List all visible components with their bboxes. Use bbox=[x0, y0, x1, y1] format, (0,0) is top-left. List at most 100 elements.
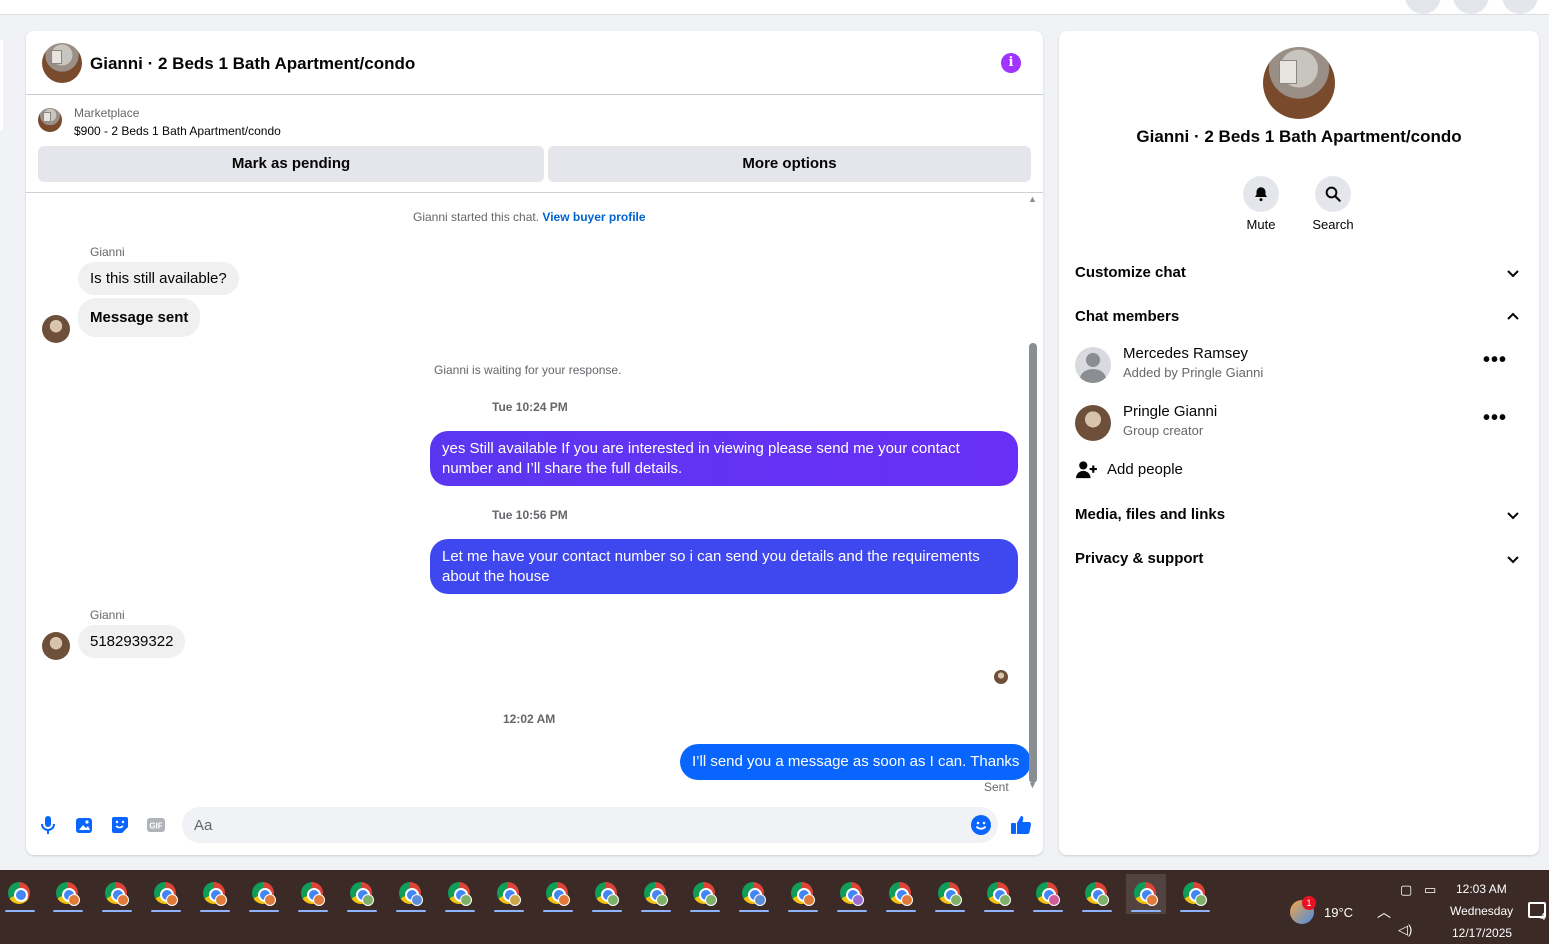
chrome-taskbar-icon[interactable] bbox=[1175, 874, 1215, 914]
info-icon[interactable]: i bbox=[1001, 53, 1021, 73]
customize-chat-section[interactable]: Customize chat bbox=[1075, 255, 1523, 291]
sent-status: Sent bbox=[984, 780, 1009, 794]
chrome-taskbar-icon[interactable] bbox=[636, 874, 676, 914]
chrome-taskbar-icon[interactable] bbox=[48, 874, 88, 914]
add-person-icon bbox=[1076, 461, 1097, 479]
incoming-message[interactable]: Is this still available? bbox=[78, 262, 239, 295]
running-indicator bbox=[1082, 910, 1112, 912]
chrome-taskbar-icon[interactable] bbox=[832, 874, 872, 914]
chrome-taskbar-icon[interactable] bbox=[244, 874, 284, 914]
listing-price[interactable]: $900 - 2 Beds 1 Bath Apartment/condo bbox=[74, 124, 281, 138]
outgoing-message[interactable]: yes Still available If you are intereste… bbox=[430, 431, 1018, 486]
privacy-support-label: Privacy & support bbox=[1075, 550, 1204, 567]
sender-avatar[interactable] bbox=[42, 315, 70, 343]
more-icon[interactable]: ••• bbox=[1483, 349, 1507, 372]
profile-badge-icon bbox=[950, 894, 962, 906]
chrome-taskbar-icon[interactable] bbox=[734, 874, 774, 914]
scroll-down-arrow[interactable]: ▼ bbox=[1028, 780, 1037, 790]
chrome-taskbar-icon[interactable] bbox=[930, 874, 970, 914]
conversation-avatar[interactable] bbox=[1263, 47, 1335, 119]
scrollbar-thumb[interactable] bbox=[1029, 343, 1037, 783]
view-buyer-profile-link[interactable]: View buyer profile bbox=[542, 210, 645, 224]
chrome-taskbar-icon[interactable] bbox=[685, 874, 725, 914]
incoming-message[interactable]: 5182939322 bbox=[78, 625, 186, 658]
clock-date[interactable]: 12/17/2025 bbox=[1452, 926, 1512, 940]
member-row[interactable]: Pringle Gianni Group creator ••• bbox=[1075, 399, 1523, 451]
chrome-taskbar-icon[interactable] bbox=[0, 874, 40, 914]
media-files-section[interactable]: Media, files and links bbox=[1075, 497, 1523, 533]
chat-panel: Gianni · 2 Beds 1 Bath Apartment/condo i… bbox=[26, 31, 1043, 855]
mark-pending-button[interactable]: Mark as pending bbox=[38, 146, 544, 182]
profile-badge-icon bbox=[999, 894, 1011, 906]
message-input[interactable] bbox=[182, 807, 998, 843]
sticker-icon[interactable] bbox=[108, 813, 132, 837]
chrome-taskbar-icon[interactable] bbox=[440, 874, 480, 914]
mute-button[interactable] bbox=[1243, 176, 1279, 212]
chrome-taskbar-icon[interactable] bbox=[1077, 874, 1117, 914]
chrome-taskbar-icon[interactable] bbox=[538, 874, 578, 914]
sender-avatar[interactable] bbox=[42, 632, 70, 660]
chrome-taskbar-icon[interactable] bbox=[97, 874, 137, 914]
search-label: Search bbox=[1312, 217, 1354, 232]
chat-members-section[interactable]: Chat members bbox=[1075, 299, 1523, 335]
profile-badge-icon bbox=[509, 894, 521, 906]
privacy-support-section[interactable]: Privacy & support bbox=[1075, 541, 1523, 577]
profile-badge-icon bbox=[1048, 894, 1060, 906]
more-icon[interactable]: ••• bbox=[1483, 407, 1507, 430]
chrome-taskbar-icon[interactable] bbox=[195, 874, 235, 914]
member-row[interactable]: Mercedes Ramsey Added by Pringle Gianni … bbox=[1075, 341, 1523, 393]
photo-icon[interactable] bbox=[72, 813, 96, 837]
running-indicator bbox=[886, 910, 916, 912]
network-icon[interactable]: ▭ bbox=[1424, 882, 1436, 898]
chrome-taskbar-icon[interactable] bbox=[881, 874, 921, 914]
profile-badge-icon bbox=[362, 894, 374, 906]
clock-time[interactable]: 12:03 AM bbox=[1456, 882, 1507, 896]
running-indicator bbox=[592, 910, 622, 912]
running-indicator bbox=[151, 910, 181, 912]
bell-icon bbox=[1255, 187, 1267, 202]
mute-label: Mute bbox=[1246, 217, 1276, 232]
gif-icon[interactable]: GIF bbox=[144, 813, 168, 837]
scroll-up-arrow[interactable]: ▲ bbox=[1028, 194, 1037, 204]
more-options-button[interactable]: More options bbox=[548, 146, 1031, 182]
chrome-taskbar-icon[interactable] bbox=[979, 874, 1019, 914]
chrome-taskbar-icon[interactable] bbox=[783, 874, 823, 914]
clock-day[interactable]: Wednesday bbox=[1450, 904, 1513, 918]
chrome-taskbar-icon[interactable] bbox=[1126, 874, 1166, 914]
profile-badge-icon bbox=[264, 894, 276, 906]
top-circle-button[interactable] bbox=[1405, 0, 1441, 14]
account-avatar[interactable] bbox=[1502, 0, 1538, 14]
like-icon[interactable] bbox=[1009, 813, 1033, 837]
chrome-taskbar-icon[interactable] bbox=[293, 874, 333, 914]
chrome-taskbar-icon[interactable] bbox=[1028, 874, 1068, 914]
profile-badge-icon bbox=[607, 894, 619, 906]
top-circle-button[interactable] bbox=[1453, 0, 1489, 14]
conversation-details-panel: Gianni · 2 Beds 1 Bath Apartment/condo M… bbox=[1059, 31, 1539, 855]
outgoing-message[interactable]: Let me have your contact number so i can… bbox=[430, 539, 1018, 594]
chevron-up-icon[interactable]: ︿ bbox=[1377, 902, 1391, 922]
running-indicator bbox=[788, 910, 818, 912]
customize-chat-label: Customize chat bbox=[1075, 264, 1186, 281]
incoming-message[interactable]: Message sent bbox=[78, 298, 201, 337]
profile-badge-icon bbox=[754, 894, 766, 906]
chat-title[interactable]: Gianni · 2 Beds 1 Bath Apartment/condo bbox=[90, 54, 415, 74]
weather-temp[interactable]: 19°C bbox=[1324, 905, 1353, 920]
chrome-taskbar-icon[interactable] bbox=[391, 874, 431, 914]
volume-icon[interactable]: ◁) bbox=[1398, 922, 1412, 938]
search-button[interactable] bbox=[1315, 176, 1351, 212]
chat-avatar[interactable] bbox=[42, 43, 82, 83]
listing-thumbnail[interactable] bbox=[38, 108, 62, 132]
chrome-taskbar-icon[interactable] bbox=[587, 874, 627, 914]
search-icon bbox=[1325, 186, 1341, 202]
chrome-taskbar-icon[interactable] bbox=[489, 874, 529, 914]
chrome-taskbar-icon[interactable] bbox=[342, 874, 382, 914]
profile-badge-icon bbox=[1097, 894, 1109, 906]
meet-icon[interactable]: ▢ bbox=[1400, 882, 1412, 898]
running-indicator bbox=[739, 910, 769, 912]
chrome-taskbar-icon[interactable] bbox=[146, 874, 186, 914]
microphone-icon[interactable] bbox=[36, 813, 60, 837]
emoji-icon[interactable] bbox=[969, 813, 993, 837]
outgoing-message[interactable]: I’ll send you a message as soon as I can… bbox=[680, 744, 1032, 780]
add-people-button[interactable]: Add people bbox=[1075, 452, 1523, 488]
chat-header: Gianni · 2 Beds 1 Bath Apartment/condo i bbox=[26, 31, 1043, 95]
